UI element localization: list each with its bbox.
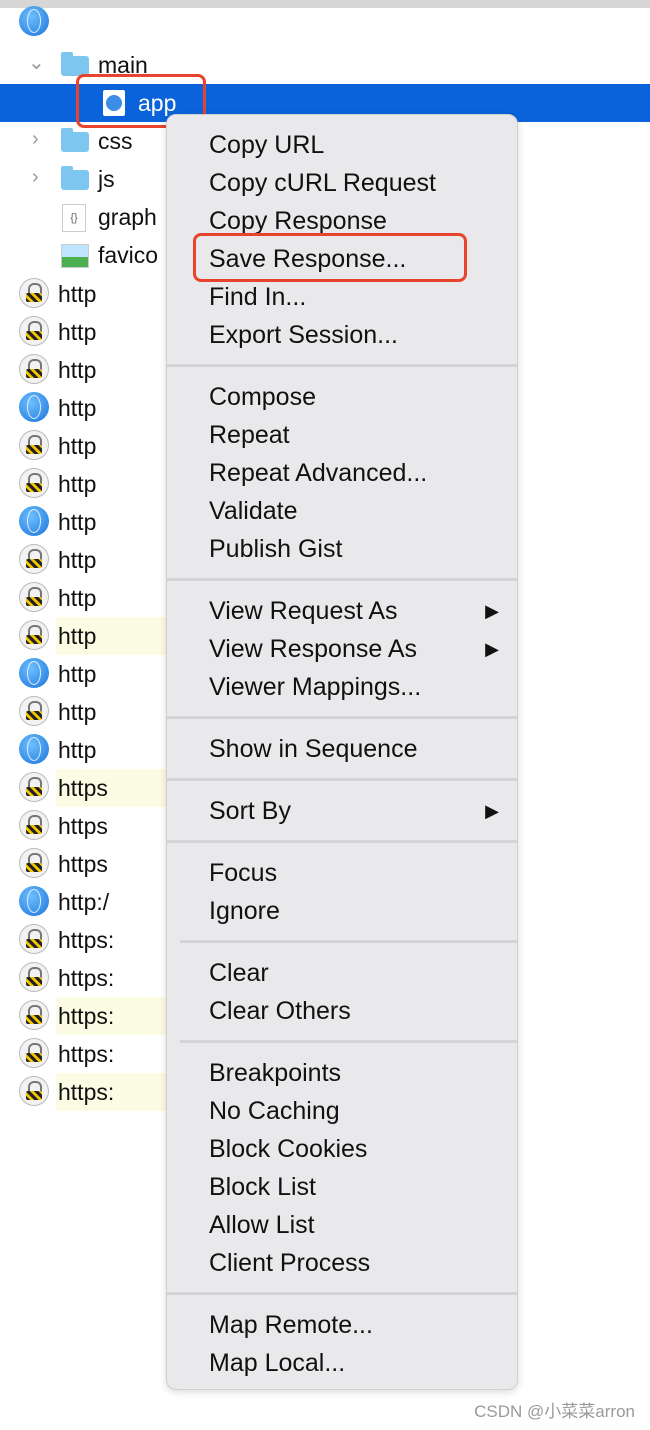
menu-item-validate[interactable]: Validate xyxy=(167,492,517,530)
context-menu: Copy URL Copy cURL Request Copy Response Sa… xyxy=(166,114,518,1390)
row-url: http xyxy=(58,737,97,763)
menu-item-breakpoints[interactable]: Breakpoints xyxy=(167,1054,517,1092)
menu-item-map-remote[interactable]: Map Remote... xyxy=(167,1306,517,1344)
lock-icon xyxy=(19,810,49,840)
lock-icon xyxy=(19,354,49,384)
menu-item-block-cookies[interactable]: Block Cookies xyxy=(167,1130,517,1168)
menu-item-clear[interactable]: Clear xyxy=(167,954,517,992)
row-url: http xyxy=(58,661,97,687)
menu-separator xyxy=(167,768,517,792)
row-url: https xyxy=(58,851,108,877)
menu-item-clear-others[interactable]: Clear Others xyxy=(167,992,517,1030)
row-url: https xyxy=(58,775,108,801)
row-url: http xyxy=(58,699,97,725)
lock-icon xyxy=(19,1038,49,1068)
lock-icon xyxy=(19,962,49,992)
globe-icon xyxy=(19,886,49,916)
menu-item-view-request-as[interactable]: View Request As ▶ xyxy=(167,592,517,630)
menu-item-show-in-sequence[interactable]: Show in Sequence xyxy=(167,730,517,768)
globe-icon xyxy=(19,734,49,764)
menu-item-ignore[interactable]: Ignore xyxy=(167,892,517,930)
menu-separator xyxy=(167,830,517,854)
menu-item-map-local[interactable]: Map Local... xyxy=(167,1344,517,1382)
highlight-box-save-response xyxy=(193,233,467,282)
lock-icon xyxy=(19,772,49,802)
lock-icon xyxy=(19,316,49,346)
image-file-icon xyxy=(61,244,89,268)
lock-icon xyxy=(19,430,49,460)
menu-item-compose[interactable]: Compose xyxy=(167,378,517,416)
menu-separator xyxy=(167,1030,517,1054)
menu-separator xyxy=(167,354,517,378)
row-url: http xyxy=(58,357,97,383)
globe-icon xyxy=(19,392,49,422)
menu-separator xyxy=(167,930,517,954)
row-url: https xyxy=(58,813,108,839)
row-url: http:/ xyxy=(58,889,110,915)
menu-separator xyxy=(167,568,517,592)
row-url: https: xyxy=(58,1041,115,1067)
lock-icon xyxy=(19,278,49,308)
lock-icon xyxy=(19,544,49,574)
submenu-arrow-icon: ▶ xyxy=(485,601,499,621)
submenu-arrow-icon: ▶ xyxy=(485,801,499,821)
json-file-icon: {} xyxy=(62,204,86,232)
lock-icon xyxy=(19,620,49,650)
globe-icon xyxy=(19,658,49,688)
folder-icon xyxy=(61,128,89,152)
menu-item-sort-by[interactable]: Sort By ▶ xyxy=(167,792,517,830)
chevron-right-icon[interactable]: › xyxy=(32,166,39,189)
menu-item-no-caching[interactable]: No Caching xyxy=(167,1092,517,1130)
lock-icon xyxy=(19,848,49,878)
row-url: https: xyxy=(58,1003,115,1029)
host-globe-icon xyxy=(19,6,49,36)
menu-item-export-session[interactable]: Export Session... xyxy=(167,316,517,354)
folder-icon xyxy=(61,52,89,76)
menu-item-viewer-mappings[interactable]: Viewer Mappings... xyxy=(167,668,517,706)
menu-item-allow-list[interactable]: Allow List xyxy=(167,1206,517,1244)
row-url: http xyxy=(58,509,97,535)
menu-item-block-list[interactable]: Block List xyxy=(167,1168,517,1206)
lock-icon xyxy=(19,468,49,498)
globe-icon xyxy=(19,506,49,536)
lock-icon xyxy=(19,582,49,612)
row-url: http xyxy=(58,471,97,497)
menu-item-find-in[interactable]: Find In... xyxy=(167,278,517,316)
row-url: http xyxy=(58,585,97,611)
lock-icon xyxy=(19,1000,49,1030)
row-url: http xyxy=(58,547,97,573)
watermark: CSDN @小菜菜arron xyxy=(474,1402,635,1421)
folder-icon xyxy=(61,166,89,190)
menu-item-repeat[interactable]: Repeat xyxy=(167,416,517,454)
row-url: https: xyxy=(58,1079,115,1105)
menu-separator xyxy=(167,1282,517,1306)
row-url: http xyxy=(58,281,97,307)
menu-item-client-process[interactable]: Client Process xyxy=(167,1244,517,1282)
window-top-bar xyxy=(0,0,650,8)
row-url: https: xyxy=(58,965,115,991)
chevron-right-icon[interactable]: › xyxy=(32,128,39,151)
lock-icon xyxy=(19,696,49,726)
row-url: http xyxy=(58,433,97,459)
menu-item-repeat-advanced[interactable]: Repeat Advanced... xyxy=(167,454,517,492)
menu-separator xyxy=(167,706,517,730)
menu-item-copy-curl-request[interactable]: Copy cURL Request xyxy=(167,164,517,202)
lock-icon xyxy=(19,1076,49,1106)
menu-item-focus[interactable]: Focus xyxy=(167,854,517,892)
row-url: http xyxy=(58,319,97,345)
row-url: http xyxy=(58,395,97,421)
menu-item-copy-url[interactable]: Copy URL xyxy=(167,126,517,164)
menu-item-publish-gist[interactable]: Publish Gist xyxy=(167,530,517,568)
chevron-down-icon[interactable]: ⌄ xyxy=(28,50,45,75)
submenu-arrow-icon: ▶ xyxy=(485,639,499,659)
row-url: http xyxy=(58,623,97,649)
lock-icon xyxy=(19,924,49,954)
row-url: https: xyxy=(58,927,115,953)
menu-item-view-response-as[interactable]: View Response As ▶ xyxy=(167,630,517,668)
